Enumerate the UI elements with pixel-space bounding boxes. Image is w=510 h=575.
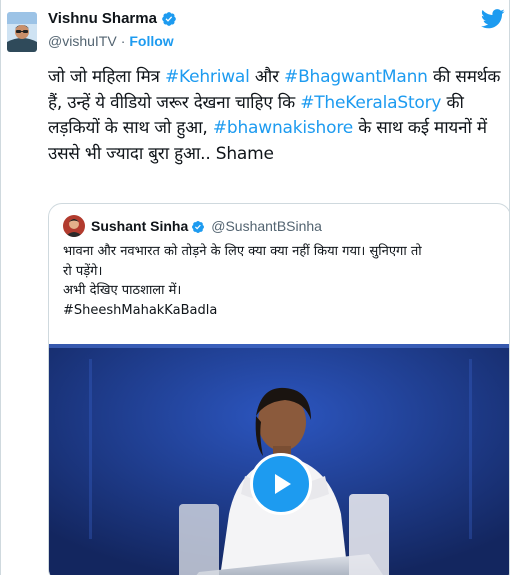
play-icon (275, 474, 291, 494)
verified-badge-icon (161, 11, 177, 27)
hashtag-bhawnakishore[interactable]: #bhawnakishore (213, 118, 353, 138)
tweet-header: Vishnu Sharma @vishuITV · Follow (1, 0, 509, 60)
embedded-tweet: Vishnu Sharma @vishuITV · Follow जो जो म… (0, 0, 510, 575)
quoted-text-line: अभी देखिए पाठशाला में। (63, 283, 182, 298)
author-handle[interactable]: @vishuITV (48, 33, 117, 49)
quoted-tweet[interactable]: Sushant Sinha @SushantBSinha भावना और नव… (48, 203, 509, 575)
quoted-hashtag[interactable]: #SheeshMahakKaBadla (63, 301, 501, 321)
quoted-tweet-text: भावना और नवभारत को तोड़ने के लिए क्या क्… (63, 242, 501, 320)
play-button[interactable] (250, 453, 312, 515)
tweet-text: जो जो महिला मित्र #Kehriwal और #Bhagwant… (48, 65, 506, 167)
quoted-text-line: रो पड़ेंगे। (63, 263, 103, 279)
author-name[interactable]: Vishnu Sharma (48, 10, 157, 27)
twitter-bird-icon[interactable] (480, 9, 505, 29)
quoted-author-avatar[interactable] (63, 215, 85, 237)
separator-dot: · (120, 33, 126, 49)
quoted-text-line: भावना और नवभारत को तोड़ने के लिए क्या क्… (63, 244, 422, 259)
author-avatar[interactable] (7, 12, 37, 52)
tweet-text-segment: और (249, 67, 285, 87)
quoted-author-handle[interactable]: @SushantBSinha (211, 218, 322, 234)
hashtag-bhagwantmann[interactable]: #BhagwantMann (284, 67, 428, 87)
tweet-text-segment: जो जो महिला मित्र (48, 67, 165, 87)
hashtag-kehriwal[interactable]: #Kehriwal (165, 67, 250, 87)
quoted-author-name[interactable]: Sushant Sinha (91, 218, 188, 234)
verified-badge-icon (191, 219, 205, 233)
video-thumbnail[interactable] (49, 344, 509, 575)
follow-button[interactable]: Follow (129, 33, 173, 49)
hashtag-thekeralastory[interactable]: #TheKeralaStory (300, 93, 441, 113)
